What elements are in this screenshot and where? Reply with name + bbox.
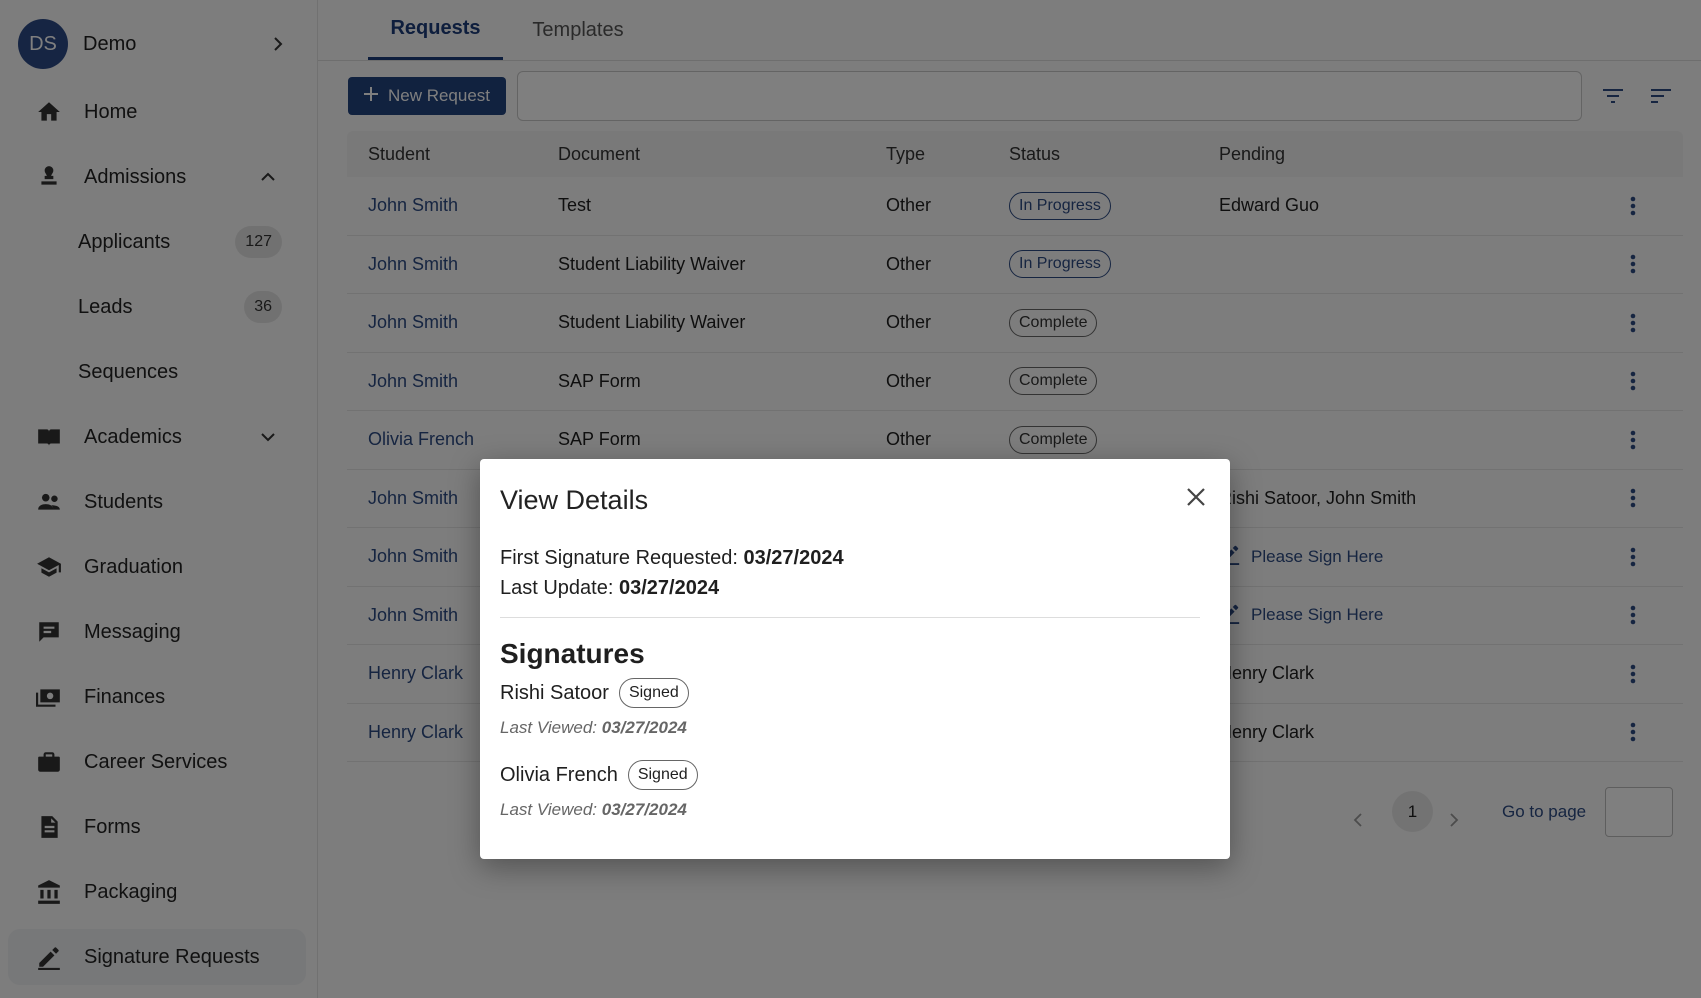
signer-name: Olivia French <box>500 763 618 786</box>
signer-name: Rishi Satoor <box>500 681 609 704</box>
signed-badge: Signed <box>618 678 689 708</box>
signer-entry: Rishi Satoor Signed Last Viewed: 03/27/2… <box>500 678 1200 738</box>
signer-entry: Olivia French Signed Last Viewed: 03/27/… <box>500 760 1200 820</box>
first-signature-date: 03/27/2024 <box>743 547 844 569</box>
last-viewed-label: Last Viewed: <box>500 718 598 737</box>
signed-badge: Signed <box>627 760 698 790</box>
close-icon[interactable] <box>1182 483 1210 511</box>
signatures-heading: Signatures <box>500 638 645 669</box>
last-viewed-date: 03/27/2024 <box>601 800 687 819</box>
last-update-date: 03/27/2024 <box>618 577 720 599</box>
request-meta: First Signature Requested: 03/27/2024 La… <box>500 543 1200 603</box>
last-viewed-date: 03/27/2024 <box>601 718 687 737</box>
dialog-title: View Details <box>500 485 649 515</box>
last-update-label: Last Update: <box>500 577 614 599</box>
divider <box>500 617 1200 618</box>
first-signature-label: First Signature Requested: <box>500 547 738 569</box>
view-details-dialog: View Details First Signature Requested: … <box>480 459 1230 859</box>
last-viewed-label: Last Viewed: <box>500 800 598 819</box>
